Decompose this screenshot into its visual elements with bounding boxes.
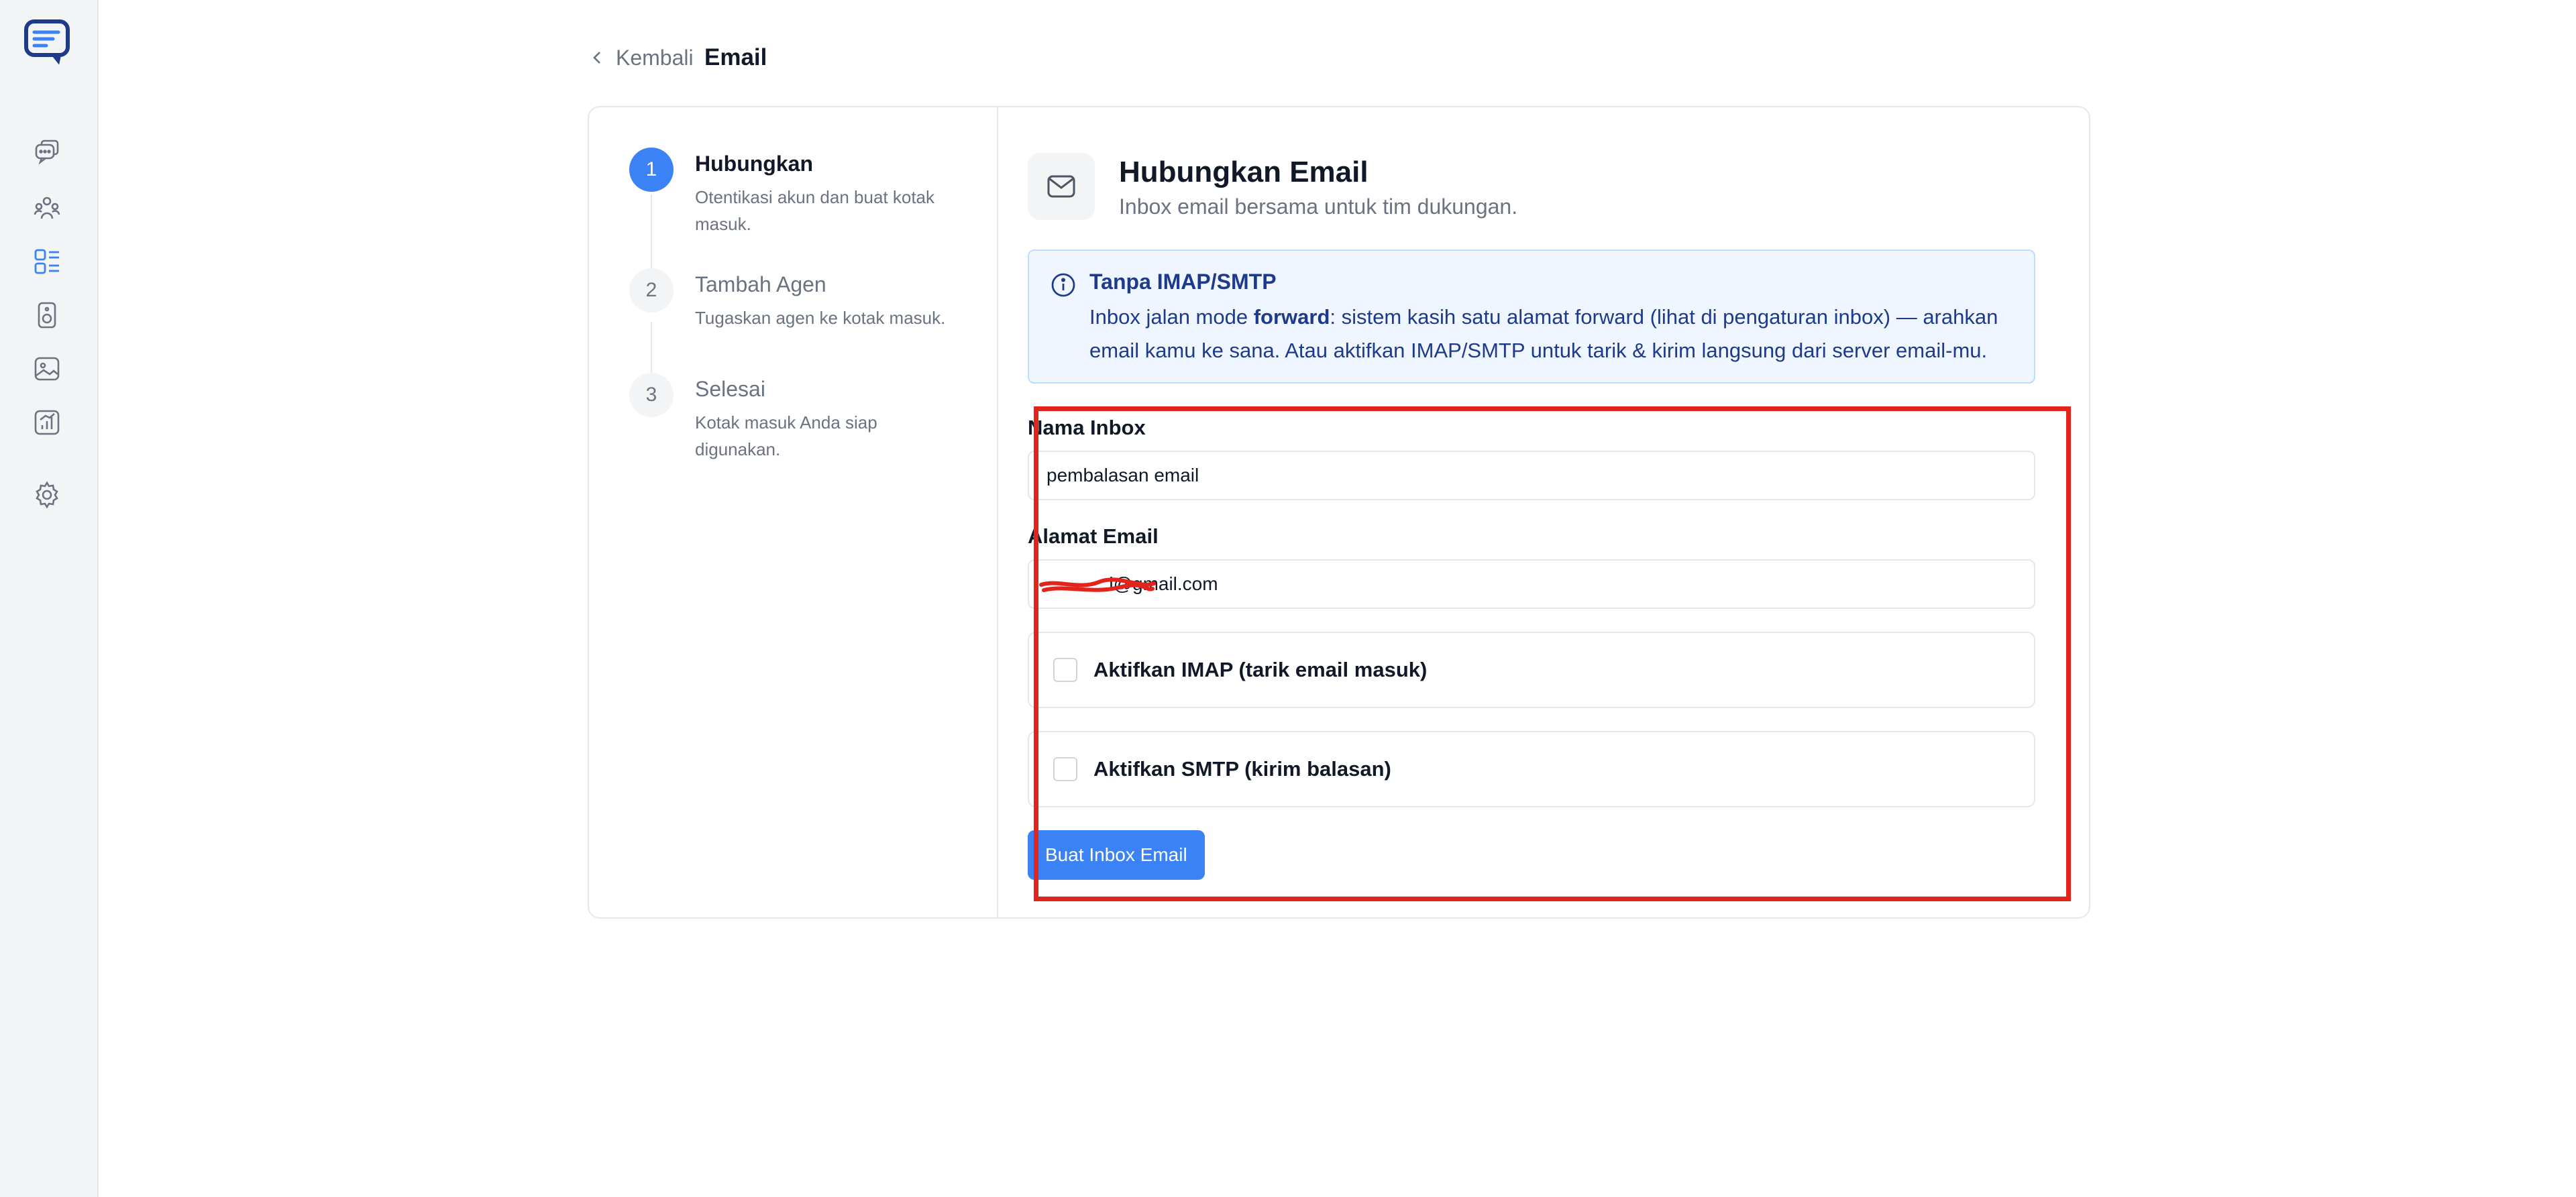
info-icon	[1051, 273, 1075, 297]
section-subtitle: Inbox email bersama untuk tim dukungan.	[1119, 194, 1518, 219]
back-label: Kembali	[616, 45, 694, 70]
step-title: Selesai	[695, 377, 765, 401]
step-title: Tambah Agen	[695, 272, 826, 296]
section-title: Hubungkan Email	[1119, 156, 1368, 188]
chevron-left-icon	[593, 52, 600, 64]
annotation-highlight-box	[1034, 406, 2071, 901]
info-title: Tanpa IMAP/SMTP	[1089, 270, 1277, 294]
info-body: Inbox jalan mode forward: sistem kasih s…	[1089, 300, 2022, 367]
step-number: 3	[629, 373, 674, 417]
step-connector	[651, 322, 652, 373]
step-description: Tugaskan agen ke kotak masuk.	[695, 308, 946, 328]
app-root: Kembali Email 1 Hubungkan Otentikasi aku…	[0, 0, 2576, 1197]
chat-bubbles-icon[interactable]	[32, 138, 62, 168]
dashboard-icon[interactable]	[32, 247, 62, 276]
step-description: Otentikasi akun dan buat kotak masuk.	[695, 187, 935, 234]
envelope-icon	[1028, 153, 1095, 220]
speaker-icon[interactable]	[32, 300, 62, 330]
gear-icon[interactable]	[32, 480, 62, 510]
reports-icon[interactable]	[32, 408, 62, 437]
step-number: 2	[629, 268, 674, 312]
info-body-prefix: Inbox jalan mode	[1089, 305, 1254, 329]
icon-rail	[0, 0, 99, 1197]
info-body-bold: forward	[1253, 305, 1330, 329]
image-icon[interactable]	[32, 354, 62, 384]
step-number: 1	[629, 148, 674, 192]
step-title: Hubungkan	[695, 152, 813, 176]
back-link[interactable]: Kembali	[589, 43, 694, 72]
step-description: Kotak masuk Anda siap digunakan.	[695, 412, 877, 459]
step-connector	[651, 194, 652, 268]
stepper: 1 Hubungkan Otentikasi akun dan buat kot…	[589, 107, 998, 917]
page-title: Email	[704, 44, 767, 70]
contacts-icon[interactable]	[32, 193, 62, 223]
app-logo-icon[interactable]	[23, 19, 72, 65]
info-callout: Tanpa IMAP/SMTP Inbox jalan mode forward…	[1028, 249, 2035, 384]
